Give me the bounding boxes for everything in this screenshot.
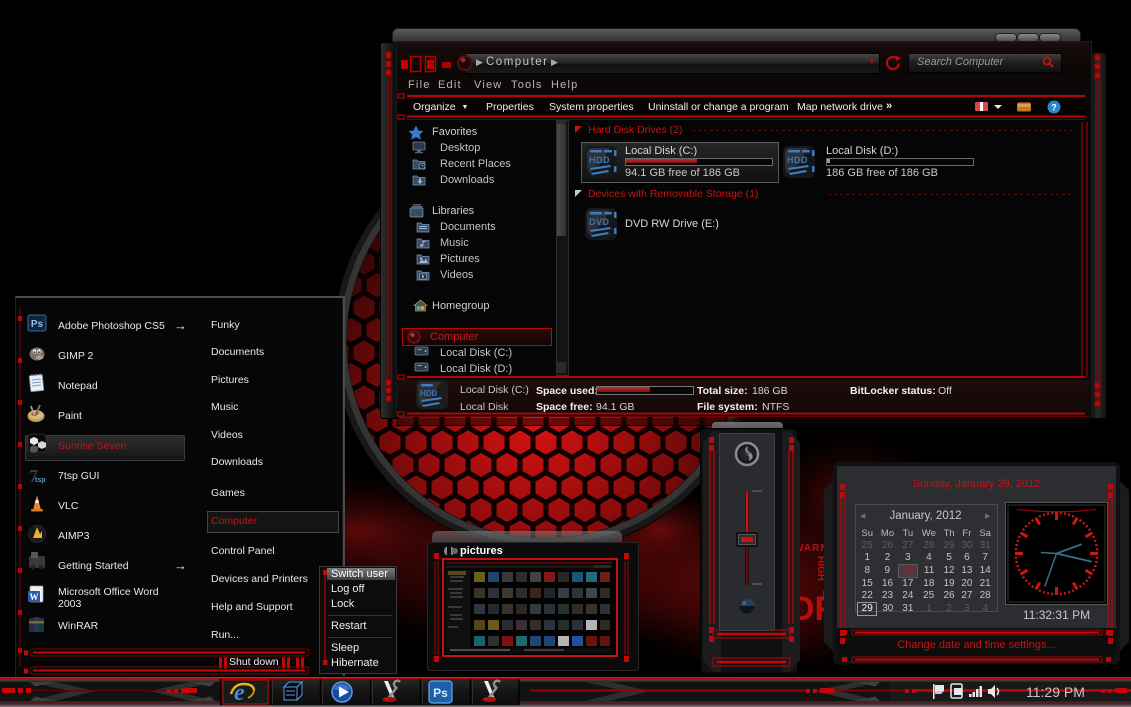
svg-text:HDD: HDD — [589, 155, 610, 165]
svg-text:DVD: DVD — [589, 217, 610, 227]
svg-text:HDD: HDD — [787, 155, 808, 165]
svg-text:?: ? — [1051, 103, 1057, 113]
svg-text:Ps: Ps — [433, 686, 448, 700]
svg-text:tsp: tsp — [35, 477, 46, 484]
svg-text:W: W — [30, 592, 39, 602]
svg-text:Ps: Ps — [31, 319, 44, 330]
svg-text:HDD: HDD — [420, 389, 438, 398]
